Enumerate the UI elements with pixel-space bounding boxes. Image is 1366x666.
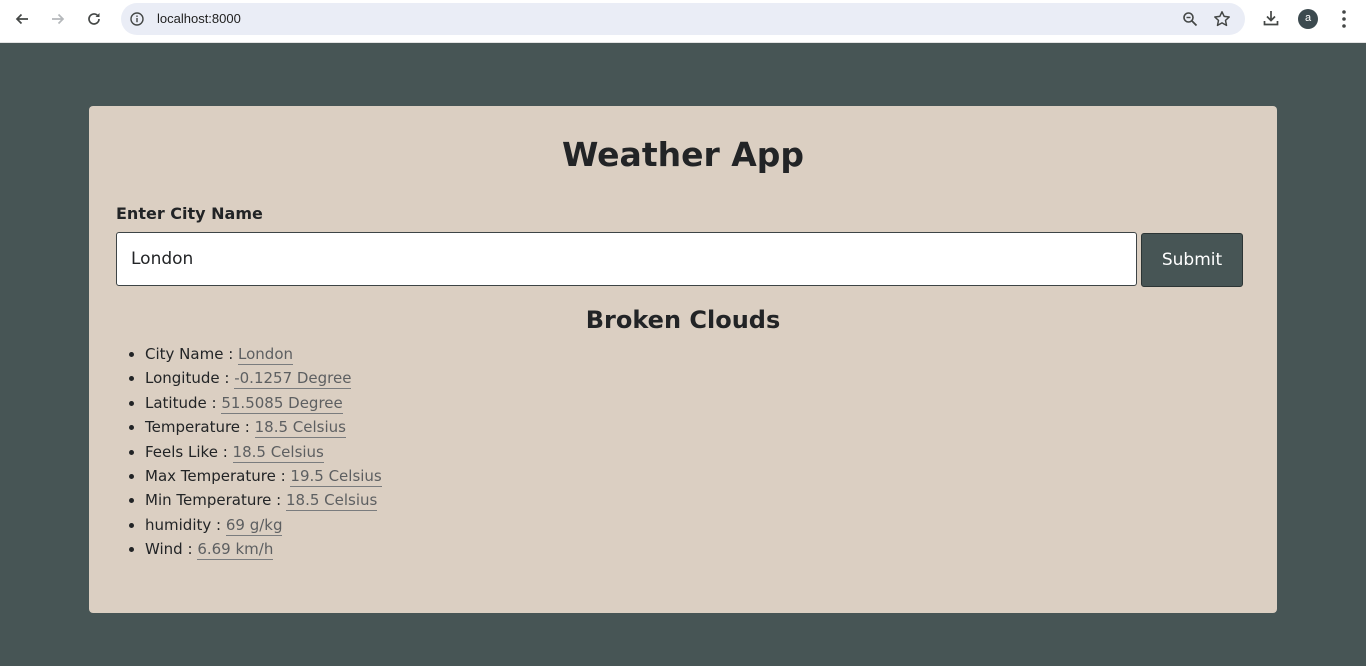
reload-button[interactable] (81, 8, 107, 30)
list-item: Feels Like : 18.5 Celsius (145, 442, 382, 466)
browser-toolbar: localhost:8000 a (0, 0, 1366, 43)
detail-label: Min Temperature : (145, 491, 282, 510)
city-name-input[interactable] (116, 232, 1137, 286)
list-item: Max Temperature : 19.5 Celsius (145, 466, 382, 490)
detail-label: Feels Like : (145, 442, 228, 461)
reload-icon (88, 13, 100, 25)
detail-value: London (238, 345, 294, 365)
list-item: Latitude : 51.5085 Degree (145, 393, 382, 417)
detail-label: Max Temperature : (145, 466, 286, 485)
detail-value: 6.69 km/h (197, 540, 274, 561)
weather-card: Weather App Enter City Name Submit Broke… (89, 106, 1277, 613)
address-bar[interactable]: localhost:8000 (121, 3, 1245, 35)
detail-label: City Name : (145, 345, 234, 363)
list-item: Temperature : 18.5 Celsius (145, 417, 382, 441)
forward-button[interactable] (45, 8, 71, 30)
detail-value: 18.5 Celsius (254, 418, 346, 439)
detail-value: 69 g/kg (225, 515, 283, 536)
detail-value: -0.1257 Degree (234, 369, 352, 390)
weather-details-list: City Name : London Longitude : -0.1257 D… (145, 344, 382, 564)
submit-button[interactable]: Submit (1141, 233, 1243, 287)
zoom-icon[interactable] (1182, 11, 1198, 27)
bookmark-star-icon[interactable] (1213, 10, 1231, 28)
more-options-icon[interactable] (1337, 9, 1351, 29)
detail-value: 18.5 Celsius (286, 491, 378, 512)
list-item: Longitude : -0.1257 Degree (145, 368, 382, 392)
url-text[interactable]: localhost:8000 (157, 11, 241, 26)
download-icon[interactable] (1262, 9, 1280, 27)
back-arrow-icon (15, 13, 28, 25)
list-item: City Name : London (145, 344, 382, 368)
profile-avatar[interactable]: a (1298, 9, 1318, 29)
detail-value: 18.5 Celsius (232, 442, 324, 463)
list-item: Wind : 6.69 km/h (145, 539, 382, 563)
detail-label: Latitude : (145, 393, 217, 412)
page-title: Weather App (561, 135, 805, 174)
detail-value: 19.5 Celsius (290, 466, 382, 487)
forward-arrow-icon (52, 13, 65, 25)
list-item: Min Temperature : 18.5 Celsius (145, 490, 382, 514)
detail-label: Longitude : (145, 369, 230, 388)
site-info-icon[interactable] (130, 12, 144, 26)
list-item: humidity : 69 g/kg (145, 515, 382, 539)
detail-label: humidity : (145, 515, 222, 534)
city-input-label: Enter City Name (116, 204, 263, 223)
weather-condition: Broken Clouds (585, 306, 781, 334)
detail-label: Temperature : (145, 418, 250, 437)
detail-label: Wind : (145, 540, 193, 559)
detail-value: 51.5085 Degree (221, 393, 343, 414)
back-button[interactable] (9, 8, 35, 30)
